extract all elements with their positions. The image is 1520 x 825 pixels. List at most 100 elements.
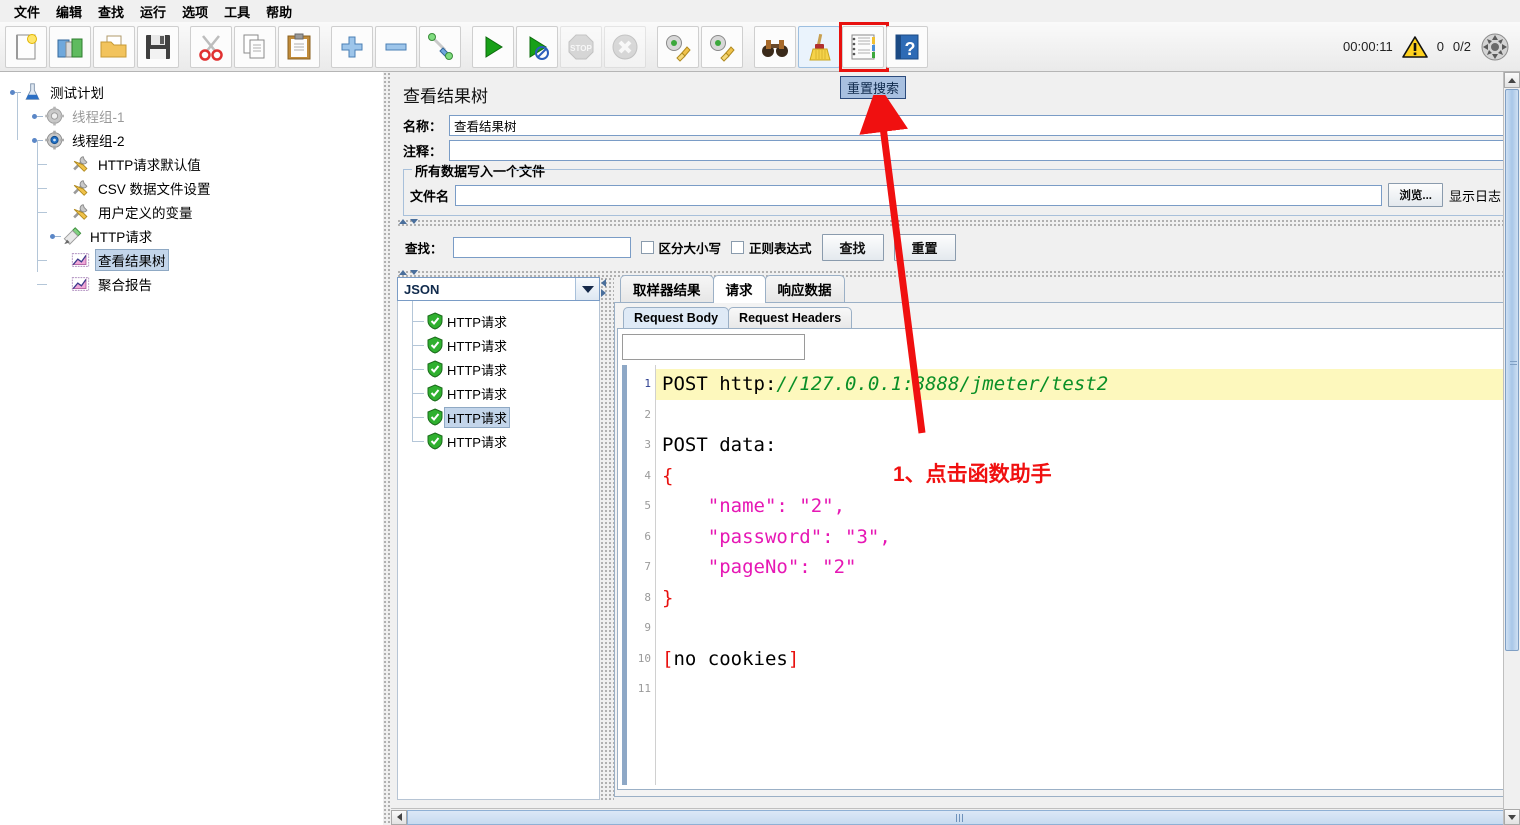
tree-node-thread-group-2[interactable]: 线程组-2 — [6, 116, 383, 152]
result-node[interactable]: HTTP请求 — [412, 369, 599, 405]
help-button[interactable]: ? — [886, 25, 928, 68]
connection-target-icon[interactable] — [1480, 32, 1510, 62]
paste-button[interactable] — [278, 25, 320, 68]
config-search-divider[interactable] — [397, 219, 1510, 228]
save-disk-icon — [146, 34, 170, 59]
search-button[interactable] — [754, 25, 796, 68]
expand-handle-icon[interactable] — [10, 87, 21, 98]
menu-item-tools[interactable]: 工具 — [216, 0, 258, 23]
test-plan-tree[interactable]: 测试计划 线程组-1 线程组-2 HTTP请求默认值 CSV 数据文件设置 用户… — [0, 72, 383, 296]
tab-response-data[interactable]: 响应数据 — [764, 275, 845, 303]
menu-item-help[interactable]: 帮助 — [258, 0, 300, 23]
tree-connector — [37, 212, 38, 236]
menu-item-run[interactable]: 运行 — [132, 0, 174, 23]
plus-icon — [341, 36, 363, 57]
tree-node-thread-group-1[interactable]: 线程组-1 — [6, 92, 383, 128]
cut-button[interactable] — [190, 25, 232, 68]
save-button[interactable] — [137, 25, 179, 68]
main-split-divider[interactable] — [383, 72, 391, 825]
case-sensitive-checkbox[interactable]: 区分大小写 — [640, 238, 721, 257]
reset-search-button[interactable] — [798, 25, 840, 68]
browse-button[interactable]: 浏览... — [1388, 183, 1443, 207]
scroll-up-button[interactable] — [1504, 72, 1520, 88]
function-helper-button[interactable] — [839, 21, 889, 72]
sampler-result-tree[interactable]: HTTP请求 HTTP请求 HTTP请求 HTTP请求 HTTP请求 HTTP请… — [397, 301, 600, 800]
function-helper-icon — [851, 34, 875, 59]
request-body-editor[interactable]: 1 2 3 4 5 6 7 8 9 10 11 POST http://127.… — [622, 365, 1506, 785]
result-node[interactable]: HTTP请求 — [412, 301, 599, 333]
result-node[interactable]: HTTP请求 — [412, 321, 599, 357]
menu-item-search[interactable]: 查找 — [90, 0, 132, 23]
menu-item-options[interactable]: 选项 — [174, 0, 216, 23]
checkbox-box[interactable] — [731, 241, 745, 254]
reset-button[interactable]: 重置 — [893, 234, 956, 261]
scroll-down-button[interactable] — [1504, 809, 1520, 825]
chevron-right-icon[interactable] — [601, 289, 606, 297]
chevron-up-icon[interactable] — [399, 219, 407, 224]
tree-label: HTTP请求默认值 — [98, 158, 201, 173]
clear-all-button[interactable] — [701, 25, 743, 68]
chevron-down-icon[interactable] — [410, 270, 418, 275]
divider-arrows[interactable] — [399, 270, 418, 275]
chevron-up-icon[interactable] — [399, 270, 407, 275]
code-content[interactable]: POST http://127.0.0.1:8888/jmeter/test2 … — [656, 365, 1506, 785]
tree-node-csv-data-set[interactable]: CSV 数据文件设置 — [6, 164, 383, 200]
start-no-pauses-button[interactable] — [516, 25, 558, 68]
tab-request[interactable]: 请求 — [712, 275, 766, 303]
chevron-left-icon[interactable] — [601, 279, 606, 287]
tree-node-test-plan[interactable]: 测试计划 — [6, 80, 383, 104]
copy-button[interactable] — [234, 25, 276, 68]
open-button[interactable] — [93, 25, 135, 68]
render-selector-combo[interactable]: JSON — [397, 277, 600, 301]
new-test-plan-button[interactable] — [5, 25, 47, 68]
find-button[interactable]: 查找 — [821, 234, 884, 261]
start-button[interactable] — [472, 25, 514, 68]
expand-all-button[interactable] — [331, 25, 373, 68]
expand-handle-icon[interactable] — [50, 231, 61, 242]
bottom-horizontal-scrollbar[interactable] — [391, 808, 1504, 825]
scrollbar-thumb[interactable] — [1505, 89, 1519, 651]
tree-connector — [37, 140, 38, 164]
comment-input[interactable] — [449, 140, 1520, 161]
menu-item-file[interactable]: 文件 — [6, 0, 48, 23]
tree-node-user-defined-variables[interactable]: 用户定义的变量 — [6, 188, 383, 224]
scrollbar-track[interactable] — [407, 809, 1504, 825]
show-log-label[interactable]: 显示日志 — [1449, 186, 1503, 205]
chevron-down-icon[interactable] — [410, 219, 418, 224]
collapse-all-button[interactable] — [375, 25, 417, 68]
result-node[interactable]: HTTP请求 — [412, 345, 599, 381]
shutdown-button[interactable] — [604, 25, 646, 68]
line-number: 11 — [637, 682, 651, 695]
subtab-request-headers[interactable]: Request Headers — [728, 307, 853, 328]
clear-button[interactable] — [657, 25, 699, 68]
request-body-search-input[interactable] — [622, 334, 805, 360]
result-node[interactable]: HTTP请求 — [412, 417, 599, 453]
right-vertical-scrollbar[interactable] — [1503, 72, 1520, 825]
menu-item-edit[interactable]: 编辑 — [48, 0, 90, 23]
stop-button[interactable]: STOP — [560, 25, 602, 68]
subtab-request-body[interactable]: Request Body — [623, 307, 730, 328]
tree-node-http-defaults[interactable]: HTTP请求默认值 — [6, 140, 383, 176]
chevron-down-icon[interactable] — [575, 278, 599, 300]
expand-handle-icon[interactable] — [32, 111, 43, 122]
filename-input[interactable] — [455, 184, 1383, 206]
result-tabs[interactable]: 取样器结果 请求 响应数据 — [614, 275, 1514, 303]
tree-node-aggregate-report[interactable]: 聚合报告 — [6, 260, 383, 296]
menu-bar: 文件 编辑 查找 运行 选项 工具 帮助 — [0, 0, 1520, 22]
scroll-left-button[interactable] — [391, 809, 407, 825]
tree-node-view-results-tree[interactable]: 查看结果树 — [6, 236, 383, 272]
results-split-divider[interactable] — [600, 277, 614, 800]
tree-node-http-request[interactable]: HTTP请求 — [6, 212, 383, 248]
templates-button[interactable] — [49, 25, 91, 68]
result-node-selected[interactable]: HTTP请求 — [412, 393, 599, 429]
regex-checkbox[interactable]: 正则表达式 — [731, 238, 812, 257]
divider-arrows[interactable] — [399, 219, 418, 224]
search-input[interactable] — [452, 237, 631, 258]
warning-triangle-icon[interactable] — [1401, 35, 1428, 59]
name-input[interactable] — [449, 115, 1520, 136]
tree-label: 线程组-1 — [72, 110, 125, 125]
request-subtabs[interactable]: Request Body Request Headers — [615, 303, 1513, 328]
tab-sampler-result[interactable]: 取样器结果 — [620, 275, 714, 303]
checkbox-box[interactable] — [640, 241, 654, 254]
toggle-button[interactable] — [419, 25, 461, 68]
